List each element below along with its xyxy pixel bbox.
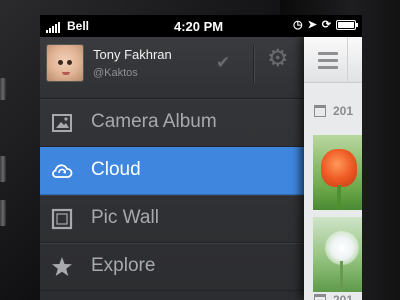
- drawer-menu: Camera Album Cloud Pic Wall Explore: [40, 99, 304, 291]
- menu-item-label: Pic Wall: [91, 207, 159, 228]
- menu-item-camera-album[interactable]: Camera Album: [40, 99, 304, 147]
- menu-item-label: Camera Album: [91, 111, 217, 132]
- alarm-clock-icon: ◷: [292, 19, 303, 31]
- mute-switch: [0, 78, 6, 100]
- date-label: 201: [333, 104, 354, 118]
- camera-album-icon: [52, 114, 72, 132]
- avatar[interactable]: [46, 44, 84, 82]
- profile-handle: @Kaktos: [93, 67, 138, 79]
- date-header: 201: [304, 290, 362, 300]
- menu-item-cloud[interactable]: Cloud: [40, 147, 304, 195]
- photo-thumbnail-dandelion[interactable]: [313, 217, 362, 292]
- signal-strength-icon: [46, 22, 60, 33]
- status-bar: Bell 4:20 PM ◷ ➤ ⟳: [40, 15, 362, 37]
- volume-up-button: [0, 156, 6, 182]
- date-label: 201: [333, 293, 354, 300]
- photo-thumbnail-tulip[interactable]: [313, 135, 362, 210]
- profile-header[interactable]: Tony Fakhran @Kaktos ✔ ⚙: [40, 37, 304, 99]
- star-explore-icon: [52, 257, 72, 276]
- status-time: 4:20 PM: [174, 19, 224, 34]
- menu-item-explore[interactable]: Explore: [40, 243, 304, 291]
- volume-down-button: [0, 200, 6, 226]
- checkmark-icon[interactable]: ✔: [216, 53, 230, 73]
- menu-item-label: Explore: [91, 255, 156, 276]
- calendar-icon: [314, 105, 326, 117]
- carrier-label: Bell: [67, 19, 90, 33]
- menu-toggle-icon[interactable]: [318, 52, 338, 73]
- content-navbar: [304, 37, 362, 83]
- gear-icon[interactable]: ⚙: [267, 46, 289, 72]
- content-panel[interactable]: 201 201: [304, 37, 362, 300]
- navbar-divider: [347, 37, 348, 83]
- header-divider: [253, 45, 254, 83]
- side-drawer: Tony Fakhran @Kaktos ✔ ⚙ Camera Album Cl…: [40, 37, 304, 300]
- menu-item-label: Cloud: [91, 159, 141, 180]
- picture-frame-icon: [51, 208, 73, 230]
- menu-item-pic-wall[interactable]: Pic Wall: [40, 195, 304, 243]
- screen: Bell 4:20 PM ◷ ➤ ⟳ Tony Fakhran @Kaktos …: [40, 15, 362, 300]
- location-arrow-icon: ➤: [307, 19, 317, 31]
- date-header: 201: [304, 101, 362, 123]
- calendar-icon: [314, 294, 326, 300]
- rotation-lock-icon: ⟳: [321, 19, 331, 31]
- battery-icon: [336, 19, 358, 30]
- profile-name: Tony Fakhran: [93, 47, 172, 62]
- phone-frame: Bell 4:20 PM ◷ ➤ ⟳ Tony Fakhran @Kaktos …: [0, 0, 400, 300]
- cloud-sync-icon: [52, 164, 73, 178]
